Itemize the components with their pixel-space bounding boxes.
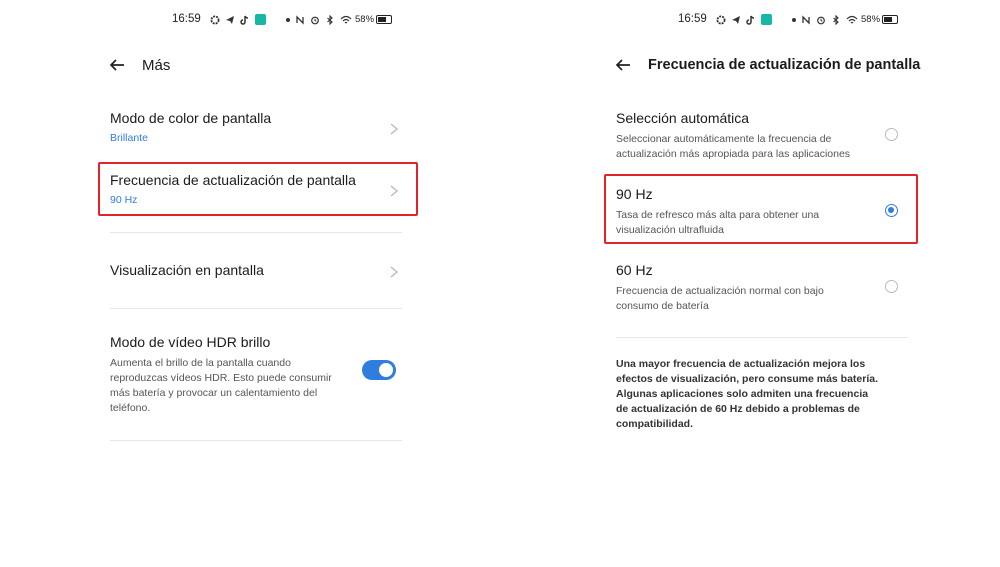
telegram-icon (225, 15, 235, 25)
battery-percent: 58% (861, 14, 881, 25)
hdr-toggle[interactable] (362, 360, 396, 380)
bluetooth-icon (831, 14, 841, 25)
battery-icon: 58% (355, 14, 393, 25)
battery-percent: 58% (355, 14, 375, 25)
tiktok-icon (240, 15, 250, 25)
radio-icon[interactable] (885, 128, 898, 141)
header: Más (108, 56, 170, 74)
option-description: Frecuencia de actualización normal con b… (616, 285, 824, 312)
chevron-right-icon (390, 265, 399, 278)
right-screen: 16:59 58% Frecuencia de actualización de… (598, 0, 928, 567)
divider (616, 337, 908, 338)
back-arrow-icon[interactable] (108, 56, 126, 74)
setting-color-mode[interactable]: Modo de color de pantalla Brillante (110, 110, 402, 144)
back-arrow-icon[interactable] (614, 56, 632, 74)
setting-hdr-video: Modo de vídeo HDR brillo Aumenta el bril… (110, 334, 402, 416)
wifi-icon (340, 15, 352, 25)
notification-dot-icon (286, 17, 290, 22)
setting-title: Modo de color de pantalla (110, 110, 272, 126)
chevron-right-icon (390, 122, 399, 135)
header: Frecuencia de actualización de pantalla (614, 56, 920, 74)
wifi-icon (846, 15, 858, 25)
divider (110, 308, 402, 309)
status-bar: 16:59 58% (92, 12, 422, 30)
page-title: Más (142, 56, 171, 74)
status-time: 16:59 (172, 13, 201, 25)
status-time: 16:59 (678, 13, 707, 25)
setting-on-screen-display[interactable]: Visualización en pantalla (110, 262, 402, 278)
notification-dot-icon (792, 17, 796, 22)
page-title: Frecuencia de actualización de pantalla (648, 57, 921, 73)
telegram-icon (731, 15, 741, 25)
settings-gear-icon (210, 15, 220, 25)
divider (110, 440, 402, 441)
app-notification-icon (255, 14, 266, 25)
left-screen: 16:59 58% Más Modo de color de pantalla … (92, 0, 422, 567)
setting-description: Aumenta el brillo de la pantalla cuando … (110, 357, 332, 414)
setting-value: Brillante (110, 132, 148, 144)
bluetooth-icon (325, 14, 335, 25)
option-60hz[interactable]: 60 Hz Frecuencia de actualización normal… (616, 262, 908, 314)
nfc-icon (295, 14, 305, 25)
nfc-icon (801, 14, 811, 25)
battery-icon: 58% (861, 14, 899, 25)
tiktok-icon (746, 15, 756, 25)
setting-title: Modo de vídeo HDR brillo (110, 334, 271, 350)
alarm-icon (310, 15, 320, 25)
radio-icon[interactable] (885, 280, 898, 293)
app-notification-icon (761, 14, 772, 25)
option-description: Seleccionar automáticamente la frecuenci… (616, 133, 851, 160)
status-bar: 16:59 58% (598, 12, 928, 30)
highlight-box (604, 174, 918, 244)
option-title: 60 Hz (616, 262, 653, 278)
highlight-box (98, 162, 418, 216)
refresh-rate-note: Una mayor frecuencia de actualización me… (616, 358, 879, 430)
settings-gear-icon (716, 15, 726, 25)
option-title: Selección automática (616, 110, 750, 126)
option-automatic[interactable]: Selección automática Seleccionar automát… (616, 110, 908, 162)
setting-title: Visualización en pantalla (110, 262, 264, 278)
divider (110, 232, 402, 233)
alarm-icon (816, 15, 826, 25)
